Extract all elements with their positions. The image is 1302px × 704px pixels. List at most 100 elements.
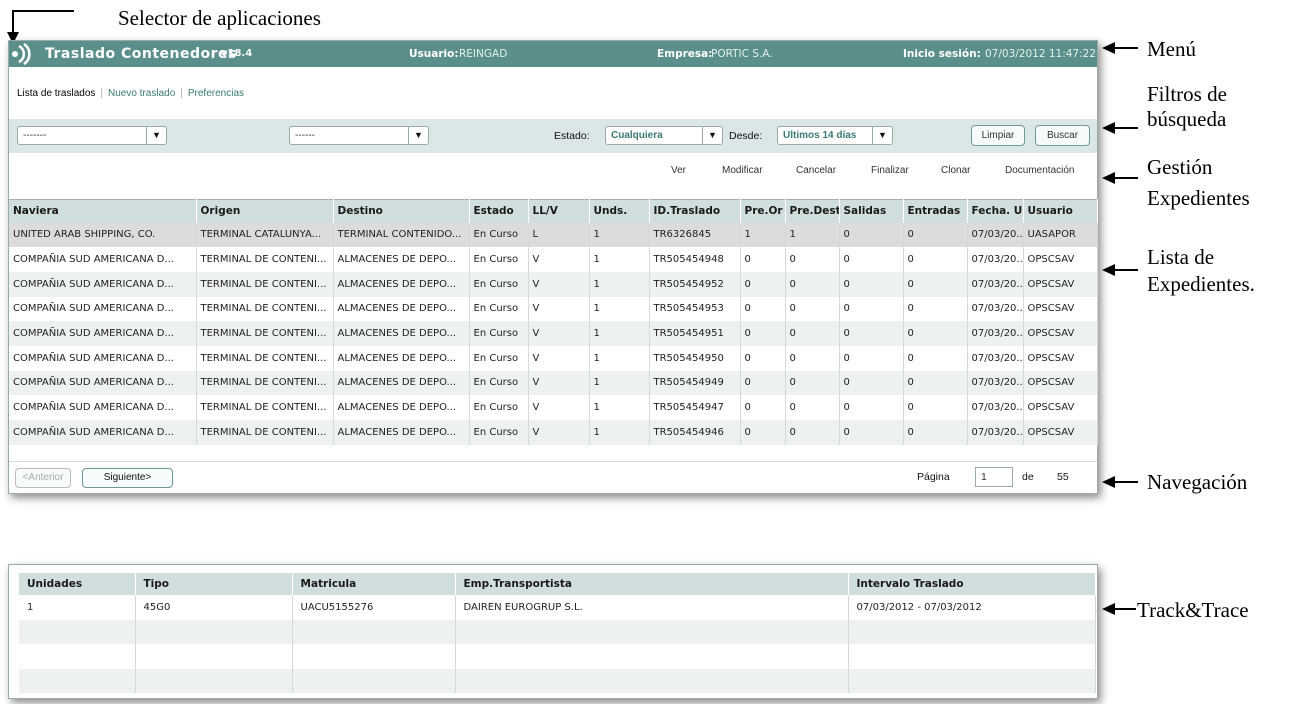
table-cell: 0 bbox=[839, 370, 904, 396]
annotation-lista-2: Expedientes. bbox=[1147, 272, 1255, 296]
table-cell: V bbox=[528, 247, 590, 272]
action-modify[interactable]: Modificar bbox=[722, 165, 763, 176]
page-number-input[interactable] bbox=[975, 467, 1013, 487]
table-cell: TERMINAL CATALUNYA... bbox=[196, 222, 334, 248]
chevron-down-icon: ▼ bbox=[408, 127, 428, 144]
column-header[interactable]: ID.Traslado bbox=[649, 199, 741, 223]
filter-select-2[interactable]: ------ ▼ bbox=[289, 126, 429, 145]
table-cell: 0 bbox=[839, 321, 904, 346]
table-cell: En Curso bbox=[469, 370, 529, 396]
table-cell: 07/03/20... bbox=[967, 296, 1024, 322]
table-cell: 0 bbox=[740, 345, 786, 371]
table-row[interactable]: UNITED ARAB SHIPPING, CO. TERMINAL CATALU… bbox=[9, 222, 1098, 248]
table-cell: 0 bbox=[839, 271, 904, 297]
table-row[interactable]: COMPAÑIA SUD AMERICANA D... TERMINAL DE C… bbox=[9, 271, 1098, 297]
track-row[interactable] bbox=[19, 644, 1096, 669]
track-cell bbox=[848, 619, 1096, 644]
tab-preferencias[interactable]: Preferencias bbox=[188, 88, 244, 99]
track-row[interactable]: 1 45G0 UACU5155276 DAIREN EUROGRUP S.L. 07/0… bbox=[19, 595, 1096, 620]
track-cell bbox=[19, 619, 136, 644]
action-cancel[interactable]: Cancelar bbox=[796, 165, 836, 176]
table-row[interactable]: COMPAÑIA SUD AMERICANA D... TERMINAL DE C… bbox=[9, 420, 1098, 445]
track-column-header[interactable]: Emp.Transportista bbox=[455, 573, 849, 595]
track-cell: 1 bbox=[19, 595, 136, 620]
filter-bar: ------- ▼ ------ ▼ Estado: Cualquiera ▼ … bbox=[9, 119, 1097, 153]
search-button[interactable]: Buscar bbox=[1035, 125, 1090, 146]
table-cell: 1 bbox=[589, 420, 650, 445]
desde-label: Desde: bbox=[729, 130, 763, 142]
track-table-header: Unidades Tipo Matricula Emp.Transportista In… bbox=[19, 573, 1096, 595]
clear-button[interactable]: Limpiar bbox=[971, 125, 1025, 146]
annotation-navegacion: Navegación bbox=[1147, 470, 1248, 494]
table-cell: TR505454952 bbox=[649, 271, 741, 297]
column-header[interactable]: Unds. bbox=[589, 199, 650, 223]
filter-select-1[interactable]: ------- ▼ bbox=[17, 126, 167, 145]
table-cell: UASAPOR bbox=[1023, 222, 1098, 248]
table-cell: 0 bbox=[785, 345, 840, 371]
table-cell: 0 bbox=[903, 395, 968, 420]
table-cell: 0 bbox=[903, 271, 968, 297]
table-cell: COMPAÑIA SUD AMERICANA D... bbox=[9, 370, 197, 396]
table-cell: 1 bbox=[589, 321, 650, 346]
annotation-menu: Menú bbox=[1147, 37, 1196, 61]
annotation-gestion-1: Gestión bbox=[1147, 155, 1213, 179]
table-row[interactable]: COMPAÑIA SUD AMERICANA D... TERMINAL DE C… bbox=[9, 247, 1098, 272]
track-cell bbox=[292, 619, 456, 644]
action-view[interactable]: Ver bbox=[671, 165, 686, 176]
tab-lista-traslados[interactable]: Lista de traslados bbox=[17, 88, 95, 99]
column-header[interactable]: Usuario bbox=[1023, 199, 1098, 223]
table-cell: TR505454951 bbox=[649, 321, 741, 346]
column-header[interactable]: Pre.Or bbox=[740, 199, 786, 223]
action-clone[interactable]: Clonar bbox=[941, 165, 970, 176]
table-cell: V bbox=[528, 296, 590, 322]
table-row[interactable]: COMPAÑIA SUD AMERICANA D... TERMINAL DE C… bbox=[9, 370, 1098, 396]
tab-nuevo-traslado[interactable]: Nuevo traslado bbox=[108, 88, 175, 99]
table-cell: En Curso bbox=[469, 271, 529, 297]
estado-label: Estado: bbox=[554, 130, 590, 142]
table-row[interactable]: COMPAÑIA SUD AMERICANA D... TERMINAL DE C… bbox=[9, 321, 1098, 346]
app-selector-icon[interactable] bbox=[11, 42, 33, 66]
table-cell: V bbox=[528, 420, 590, 445]
track-column-header[interactable]: Unidades bbox=[19, 573, 136, 595]
column-header[interactable]: Destino bbox=[333, 199, 470, 223]
table-cell: TERMINAL DE CONTENI... bbox=[196, 420, 334, 445]
column-header[interactable]: LL/V bbox=[528, 199, 590, 223]
column-header[interactable]: Pre.Dest. bbox=[785, 199, 840, 223]
track-column-header[interactable]: Matricula bbox=[292, 573, 456, 595]
column-header[interactable]: Origen bbox=[196, 199, 334, 223]
table-cell: 1 bbox=[589, 345, 650, 371]
track-trace-table: Unidades Tipo Matricula Emp.Transportista In… bbox=[19, 573, 1096, 693]
track-cell bbox=[455, 644, 849, 669]
column-header[interactable]: Estado bbox=[469, 199, 529, 223]
table-row[interactable]: COMPAÑIA SUD AMERICANA D... TERMINAL DE C… bbox=[9, 296, 1098, 322]
company-value: PORTIC S.A. bbox=[711, 48, 773, 60]
track-column-header[interactable]: Intervalo Traslado bbox=[848, 573, 1096, 595]
table-cell: COMPAÑIA SUD AMERICANA D... bbox=[9, 345, 197, 371]
table-cell: COMPAÑIA SUD AMERICANA D... bbox=[9, 271, 197, 297]
table-row[interactable]: COMPAÑIA SUD AMERICANA D... TERMINAL DE C… bbox=[9, 345, 1098, 371]
column-header[interactable]: Naviera bbox=[9, 199, 197, 223]
annotation-filters-2: búsqueda bbox=[1147, 107, 1227, 131]
column-header[interactable]: Salidas bbox=[839, 199, 904, 223]
table-cell: V bbox=[528, 395, 590, 420]
table-cell: 0 bbox=[839, 247, 904, 272]
track-row[interactable] bbox=[19, 668, 1096, 693]
action-documentation[interactable]: Documentación bbox=[1005, 165, 1074, 176]
track-cell bbox=[135, 619, 293, 644]
table-cell: 0 bbox=[740, 321, 786, 346]
estado-select[interactable]: Cualquiera ▼ bbox=[605, 126, 723, 145]
prev-page-button[interactable]: <Anterior bbox=[15, 468, 71, 488]
action-finish[interactable]: Finalizar bbox=[871, 165, 909, 176]
track-column-header[interactable]: Tipo bbox=[135, 573, 293, 595]
table-cell: 0 bbox=[839, 395, 904, 420]
column-header[interactable]: Entradas bbox=[903, 199, 968, 223]
app-title: Traslado Contenedores bbox=[45, 46, 237, 62]
table-cell: V bbox=[528, 321, 590, 346]
table-row[interactable]: COMPAÑIA SUD AMERICANA D... TERMINAL DE C… bbox=[9, 395, 1098, 420]
column-header[interactable]: Fecha. Ul bbox=[967, 199, 1024, 223]
track-row[interactable] bbox=[19, 619, 1096, 644]
table-cell: 1 bbox=[589, 370, 650, 396]
desde-select[interactable]: Últimos 14 días ▼ bbox=[777, 126, 893, 145]
table-cell: 07/03/20... bbox=[967, 420, 1024, 445]
next-page-button[interactable]: Siguiente> bbox=[82, 468, 173, 488]
